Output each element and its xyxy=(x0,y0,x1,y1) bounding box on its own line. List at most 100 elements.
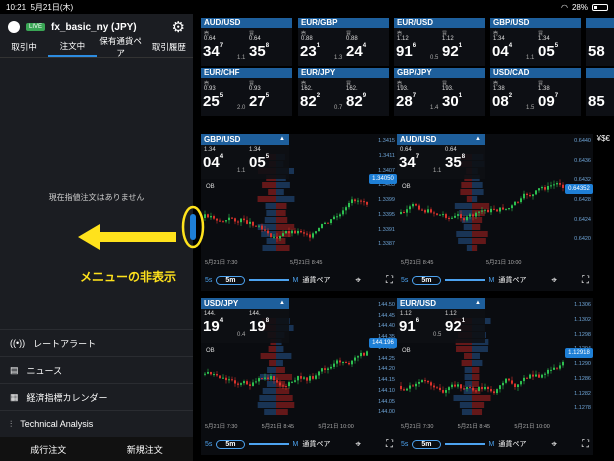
date: 5月21日(木) xyxy=(30,2,74,12)
chart-panel[interactable]: USD/JPY ▲ 144. 194 0.4 144. 198 OB 144.50… xyxy=(201,298,397,455)
rate-tile-partial[interactable]: 58 xyxy=(586,18,614,66)
crosshair-icon[interactable]: ⌖ xyxy=(551,275,557,286)
candle xyxy=(415,383,417,387)
buy-price[interactable]: 829 xyxy=(346,93,366,110)
pair-select-button[interactable]: 通貨ペア xyxy=(498,439,526,449)
buy-price[interactable]: 921 xyxy=(442,43,462,60)
candle xyxy=(418,205,420,210)
y-tick: 1.1278 xyxy=(574,405,591,412)
rate-tile[interactable]: GBP/USD 売 買 1.34 044 1.1 1.34 055 xyxy=(490,18,581,66)
tab-positions[interactable]: 保有通貨ペア xyxy=(97,35,145,62)
timeframe-slider[interactable] xyxy=(248,443,289,445)
timeframe-button[interactable]: 5m xyxy=(412,275,441,285)
candle xyxy=(330,219,332,224)
menu-rate-alert[interactable]: ((•)) レートアラート xyxy=(0,329,193,356)
buy-price[interactable]: 358 xyxy=(249,43,269,60)
buy-price[interactable]: 055 xyxy=(538,43,558,60)
crosshair-icon[interactable]: ⌖ xyxy=(355,275,361,286)
tile-pair[interactable]: USD/CAD xyxy=(490,68,581,78)
buy-price[interactable]: 244 xyxy=(346,43,366,60)
buy-prefix: 144. xyxy=(249,311,261,317)
tab-history[interactable]: 取引履歴 xyxy=(145,41,193,56)
tile-pair[interactable]: EUR/USD xyxy=(394,18,485,28)
buy-price[interactable]: 198 xyxy=(249,318,269,335)
rate-tile[interactable]: EUR/JPY 売 買 162. 822 0.7 162. 829 xyxy=(298,68,389,116)
sell-price[interactable]: 231 xyxy=(300,43,320,60)
menu-technical-analysis[interactable]: ⫶ Technical Analysis xyxy=(0,410,193,437)
sell-price[interactable]: 916 xyxy=(399,318,419,335)
rate-tile[interactable]: USD/CAD 売 買 1.38 082 1.5 1.38 097 xyxy=(490,68,581,116)
expand-icon[interactable]: ⛶ xyxy=(582,439,589,450)
chart-panel[interactable]: AUD/USD ▲ 0.64 347 1.1 0.64 358 OB 0.6440… xyxy=(397,134,593,291)
sell-price[interactable]: 347 xyxy=(399,154,419,171)
tile-pair[interactable]: EUR/CHF xyxy=(201,68,292,78)
rate-tile[interactable]: GBP/JPY 売 買 193. 287 1.4 193. 301 xyxy=(394,68,485,116)
tile-pair[interactable]: GBP/USD xyxy=(490,18,581,28)
expand-icon[interactable]: ⛶ xyxy=(386,439,393,450)
buy-price[interactable]: 358 xyxy=(445,154,465,171)
sell-price[interactable]: 916 xyxy=(396,43,416,60)
market-order-button[interactable]: 成行注文 xyxy=(0,443,97,456)
chart-pair[interactable]: USD/JPY ▲ xyxy=(201,298,289,309)
sell-price[interactable]: 044 xyxy=(203,154,223,171)
timeframe-button[interactable]: 5m xyxy=(216,275,245,285)
account-name[interactable]: fx_basic_ny (JPY) xyxy=(51,22,137,33)
menu-news[interactable]: ▤ ニュース xyxy=(0,356,193,383)
menu-calendar[interactable]: ▦ 経済指標カレンダー xyxy=(0,383,193,410)
crosshair-icon[interactable]: ⌖ xyxy=(551,439,557,450)
rate-tile-partial[interactable]: 85 xyxy=(586,68,614,116)
crosshair-icon[interactable]: ⌖ xyxy=(355,439,361,450)
gear-icon[interactable]: ⚙ xyxy=(172,18,185,36)
sell-price[interactable]: 347 xyxy=(203,43,223,60)
chart-panel[interactable]: GBP/USD ▲ 1.34 044 1.1 1.34 055 OB 1.3415… xyxy=(201,134,397,291)
tile-pair[interactable]: GBP/JPY xyxy=(394,68,485,78)
sell-price[interactable]: 194 xyxy=(203,318,223,335)
tile-pair[interactable]: AUD/USD xyxy=(201,18,292,28)
timeframe-slider[interactable] xyxy=(444,443,485,445)
buy-price[interactable]: 097 xyxy=(538,93,558,110)
buy-pips: 05 xyxy=(538,43,555,60)
rate-tile[interactable]: AUD/USD 売 買 0.64 347 1.1 0.64 358 xyxy=(201,18,292,66)
tab-orders[interactable]: 注文中 xyxy=(48,40,97,57)
timeframe-slider[interactable] xyxy=(444,279,485,281)
sell-price[interactable]: 287 xyxy=(396,93,416,110)
expand-icon[interactable]: ⛶ xyxy=(582,275,589,286)
tab-open-trades[interactable]: 取引中 xyxy=(0,41,48,56)
chart-pair[interactable]: EUR/USD ▲ xyxy=(397,298,485,309)
collapse-handle[interactable] xyxy=(178,202,208,257)
chart-pair[interactable]: AUD/USD ▲ xyxy=(397,134,485,145)
currency-icon[interactable]: ¥$€ xyxy=(597,134,610,143)
pair-select-button[interactable]: 通貨ペア xyxy=(498,275,526,285)
buy-price[interactable]: 055 xyxy=(249,154,269,171)
rate-tile[interactable]: EUR/USD 売 買 1.12 916 0.5 1.12 921 xyxy=(394,18,485,66)
sell-price[interactable]: 822 xyxy=(300,93,320,110)
pair-select-button[interactable]: 通貨ペア xyxy=(302,439,330,449)
timeframe-button[interactable]: 5m xyxy=(412,439,441,449)
rate-tile[interactable]: EUR/GBP 売 買 0.88 231 1.3 0.88 244 xyxy=(298,18,389,66)
sell-price[interactable]: 082 xyxy=(492,93,512,110)
chart-panel[interactable]: EUR/USD ▲ 1.12 916 0.5 1.12 921 OB 1.1306… xyxy=(397,298,593,455)
collapse-handle-icon[interactable] xyxy=(178,202,208,252)
user-icon[interactable] xyxy=(8,21,20,33)
new-order-button[interactable]: 新規注文 xyxy=(97,443,194,456)
buy-price[interactable]: 301 xyxy=(442,93,462,110)
timeframe-button[interactable]: 5m xyxy=(216,439,245,449)
candle xyxy=(511,205,513,209)
sell-price[interactable]: 255 xyxy=(203,93,223,110)
candle xyxy=(478,386,480,391)
y-tick: 1.3407 xyxy=(378,167,395,174)
buy-price[interactable]: 275 xyxy=(249,93,269,110)
expand-icon[interactable]: ⛶ xyxy=(386,275,393,286)
timeframe-slider[interactable] xyxy=(248,279,289,281)
pair-select-button[interactable]: 通貨ペア xyxy=(302,275,330,285)
tile-pair[interactable]: EUR/GBP xyxy=(298,18,389,28)
tile-pair[interactable]: EUR/JPY xyxy=(298,68,389,78)
buy-pips: 92 xyxy=(445,318,462,335)
chart-pair[interactable]: GBP/USD ▲ xyxy=(201,134,289,145)
rate-tile[interactable]: EUR/CHF 売 買 0.93 255 2.0 0.93 275 xyxy=(201,68,292,116)
candle xyxy=(535,374,537,377)
y-tick: 1.1298 xyxy=(574,331,591,338)
sell-price[interactable]: 044 xyxy=(492,43,512,60)
buy-price[interactable]: 921 xyxy=(445,318,465,335)
candle xyxy=(309,376,311,381)
